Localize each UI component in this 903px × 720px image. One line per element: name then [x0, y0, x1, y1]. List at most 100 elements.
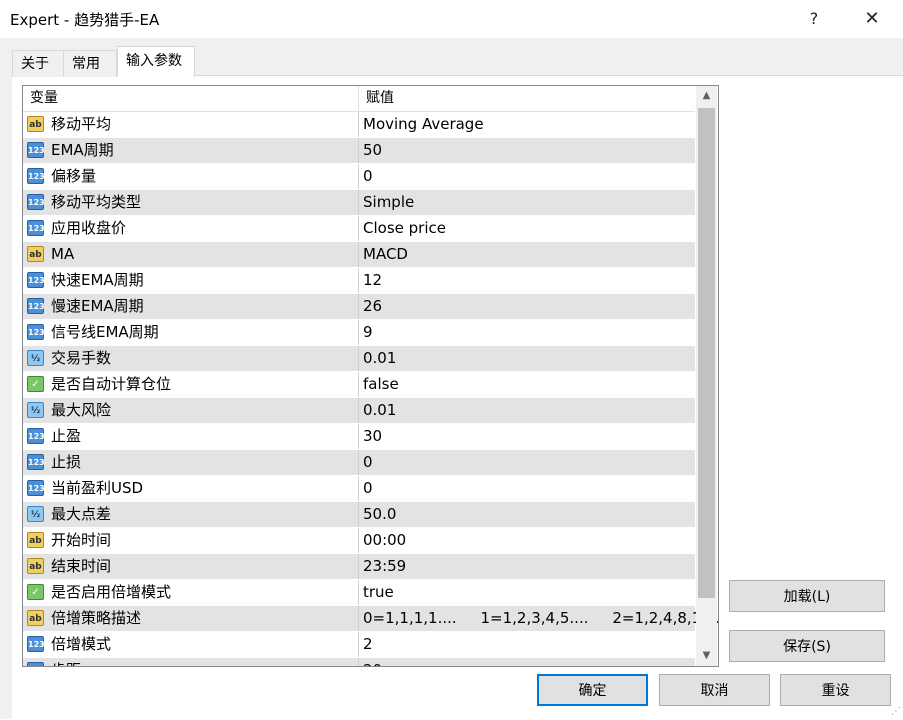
table-row[interactable]: 123 EMA周期 50: [23, 138, 695, 164]
table-row[interactable]: ✓ 是否自动计算仓位 false: [23, 372, 695, 398]
table-row[interactable]: ½ 最大点差 50.0: [23, 502, 695, 528]
variable-cell[interactable]: 123 倍增模式: [23, 632, 359, 657]
scroll-down-arrow-icon[interactable]: ▼: [696, 646, 717, 666]
variable-cell[interactable]: ✓ 是否自动计算仓位: [23, 372, 359, 397]
table-row[interactable]: 123 当前盈利USD 0: [23, 476, 695, 502]
value-cell[interactable]: 0.01: [363, 398, 396, 423]
close-button[interactable]: ✕: [852, 4, 892, 34]
variable-name: EMA周期: [51, 141, 114, 159]
string-type-icon: ab: [27, 116, 44, 132]
ok-button[interactable]: 确定: [537, 674, 648, 706]
variable-cell[interactable]: 123 慢速EMA周期: [23, 294, 359, 319]
value-cell[interactable]: Moving Average: [363, 112, 484, 137]
cancel-button[interactable]: 取消: [659, 674, 770, 706]
variable-cell[interactable]: 123 当前盈利USD: [23, 476, 359, 501]
variable-cell[interactable]: ab 倍增策略描述: [23, 606, 359, 631]
scroll-thumb[interactable]: [698, 108, 715, 598]
table-row[interactable]: 123 倍增模式 2: [23, 632, 695, 658]
table-row[interactable]: 123 应用收盘价 Close price: [23, 216, 695, 242]
variable-cell[interactable]: 123 应用收盘价: [23, 216, 359, 241]
variable-cell[interactable]: 123 EMA周期: [23, 138, 359, 163]
help-button[interactable]: ?: [794, 4, 834, 34]
table-row[interactable]: ab MA MACD: [23, 242, 695, 268]
table-row[interactable]: 123 止盈 30: [23, 424, 695, 450]
value-cell[interactable]: 9: [363, 320, 373, 345]
scroll-up-arrow-icon[interactable]: ▲: [696, 86, 717, 106]
table-row[interactable]: ½ 交易手数 0.01: [23, 346, 695, 372]
value-cell[interactable]: MACD: [363, 242, 408, 267]
variable-name: 快速EMA周期: [51, 271, 144, 289]
value-cell[interactable]: 26: [363, 294, 382, 319]
variable-cell[interactable]: ab MA: [23, 242, 359, 267]
variable-cell[interactable]: 123 快速EMA周期: [23, 268, 359, 293]
value-cell[interactable]: 0=1,1,1,1.... 1=1,2,3,4,5.... 2=1,2,4,8,…: [363, 606, 718, 631]
vertical-scrollbar[interactable]: ▲ ▼: [696, 86, 717, 666]
table-row[interactable]: ab 倍增策略描述 0=1,1,1,1.... 1=1,2,3,4,5.... 2=…: [23, 606, 718, 632]
variable-cell[interactable]: ½ 最大风险: [23, 398, 359, 423]
variable-name: 是否自动计算仓位: [51, 375, 172, 393]
variable-cell[interactable]: ½ 交易手数: [23, 346, 359, 371]
window-title: Expert - 趋势猎手-EA: [10, 11, 160, 29]
value-cell[interactable]: 0.01: [363, 346, 396, 371]
header-value[interactable]: 赋值: [359, 86, 696, 111]
value-cell[interactable]: Simple: [363, 190, 414, 215]
bool-type-icon: ✓: [27, 584, 44, 600]
variable-name: 最大点差: [51, 505, 112, 523]
string-type-icon: ab: [27, 532, 44, 548]
variable-cell[interactable]: ✓ 是否启用倍增模式: [23, 580, 359, 605]
variable-cell[interactable]: 123 止盈: [23, 424, 359, 449]
resize-grip-icon[interactable]: ⋰: [891, 706, 901, 717]
value-cell[interactable]: true: [363, 580, 394, 605]
value-cell[interactable]: 00:00: [363, 528, 406, 553]
value-cell[interactable]: 20: [363, 658, 382, 666]
save-button[interactable]: 保存(S): [729, 630, 885, 662]
value-cell[interactable]: 0: [363, 476, 373, 501]
variable-name: 应用收盘价: [51, 219, 127, 237]
variable-cell[interactable]: ab 结束时间: [23, 554, 359, 579]
table-row[interactable]: 123 信号线EMA周期 9: [23, 320, 695, 346]
value-cell[interactable]: 50.0: [363, 502, 396, 527]
variable-cell[interactable]: 123 信号线EMA周期: [23, 320, 359, 345]
variable-name: MA: [51, 245, 75, 263]
value-cell[interactable]: 12: [363, 268, 382, 293]
variable-cell[interactable]: ab 移动平均: [23, 112, 359, 137]
table-row[interactable]: 123 偏移量 0: [23, 164, 695, 190]
table-row[interactable]: ab 移动平均 Moving Average: [23, 112, 695, 138]
table-row[interactable]: ½ 最大风险 0.01: [23, 398, 695, 424]
value-cell[interactable]: 50: [363, 138, 382, 163]
load-button[interactable]: 加载(L): [729, 580, 885, 612]
table-row[interactable]: 123 慢速EMA周期 26: [23, 294, 695, 320]
table-row[interactable]: ab 结束时间 23:59: [23, 554, 695, 580]
table-row[interactable]: 123 止损 0: [23, 450, 695, 476]
variable-cell[interactable]: ½ 最大点差: [23, 502, 359, 527]
value-cell[interactable]: 2: [363, 632, 373, 657]
reset-button[interactable]: 重设: [780, 674, 891, 706]
value-cell[interactable]: false: [363, 372, 399, 397]
bool-type-icon: ✓: [27, 376, 44, 392]
variable-cell[interactable]: 123 步距: [23, 658, 359, 666]
table-row[interactable]: 123 步距 20: [23, 658, 695, 666]
string-type-icon: ab: [27, 246, 44, 262]
string-type-icon: ab: [27, 610, 44, 626]
value-cell[interactable]: 23:59: [363, 554, 406, 579]
variable-name: 慢速EMA周期: [51, 297, 144, 315]
tab-common[interactable]: 常用: [63, 50, 117, 77]
integer-type-icon: 123: [27, 220, 45, 236]
tab-inputs[interactable]: 输入参数: [117, 46, 195, 77]
variable-cell[interactable]: 123 偏移量: [23, 164, 359, 189]
integer-type-icon: 123: [27, 480, 45, 496]
table-row[interactable]: 123 快速EMA周期 12: [23, 268, 695, 294]
variable-cell[interactable]: 123 止损: [23, 450, 359, 475]
variable-cell[interactable]: ab 开始时间: [23, 528, 359, 553]
value-cell[interactable]: 0: [363, 450, 373, 475]
value-cell[interactable]: 0: [363, 164, 373, 189]
value-cell[interactable]: Close price: [363, 216, 446, 241]
table-row[interactable]: 123 移动平均类型 Simple: [23, 190, 695, 216]
header-variable[interactable]: 变量: [23, 86, 359, 111]
value-cell[interactable]: 30: [363, 424, 382, 449]
variable-name: 偏移量: [51, 167, 97, 185]
table-row[interactable]: ab 开始时间 00:00: [23, 528, 695, 554]
table-row[interactable]: ✓ 是否启用倍增模式 true: [23, 580, 695, 606]
tab-about[interactable]: 关于: [12, 50, 66, 77]
variable-cell[interactable]: 123 移动平均类型: [23, 190, 359, 215]
